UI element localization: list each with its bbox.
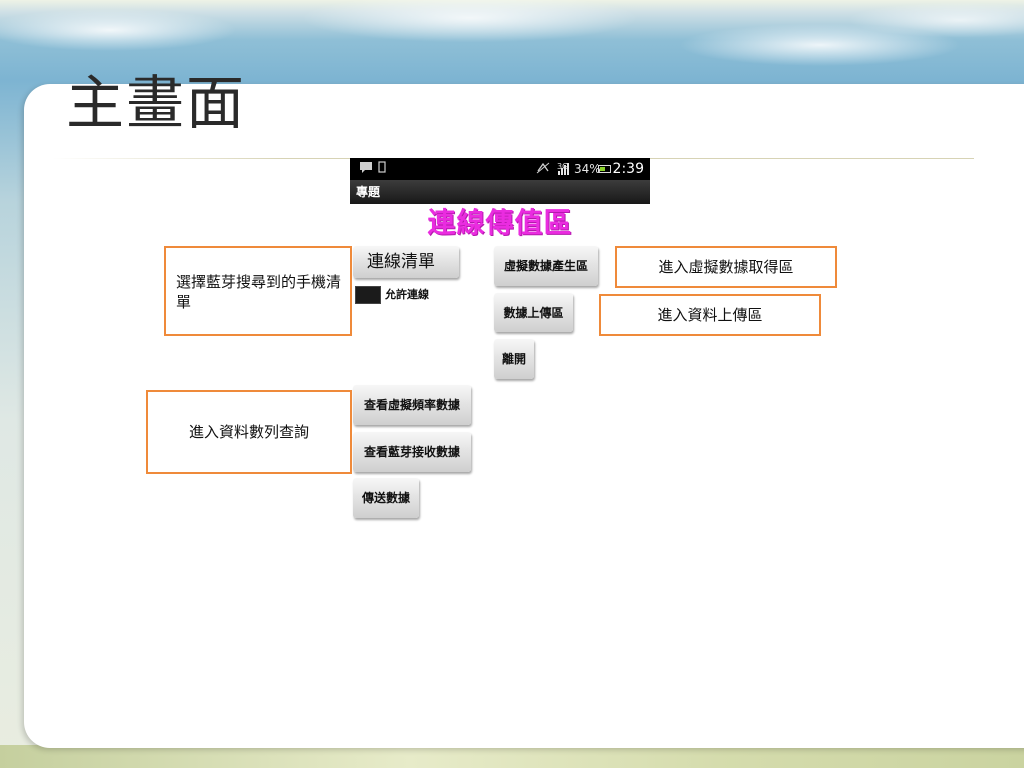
- send-data-button[interactable]: 傳送數據: [353, 478, 419, 518]
- phone-icon: [378, 161, 386, 179]
- vibrate-icon: [536, 161, 550, 179]
- battery-icon: [598, 165, 611, 173]
- phone-status-bar: 3G 34% 2:39: [350, 158, 650, 180]
- callout-select-bluetooth-list: 選擇藍芽搜尋到的手機清單: [164, 246, 352, 336]
- connection-list-button[interactable]: 連線清單: [353, 246, 459, 278]
- status-time: 2:39: [612, 161, 644, 177]
- leave-button[interactable]: 離開: [494, 339, 534, 379]
- callout-data-query-area: 進入資料數列查詢: [146, 390, 352, 474]
- data-upload-button[interactable]: 數據上傳區: [494, 293, 573, 332]
- virtual-data-generate-button[interactable]: 虛擬數據產生區: [494, 246, 598, 286]
- callout-virtual-data-area: 進入虛擬數據取得區: [615, 246, 837, 288]
- screen-heading: 連線傳值區: [427, 206, 573, 239]
- chat-icon: [359, 161, 373, 179]
- allow-connection-label: 允許連線: [385, 288, 429, 301]
- battery-percent: 34%: [574, 162, 601, 176]
- view-bluetooth-data-button[interactable]: 查看藍芽接收數據: [353, 432, 471, 472]
- slide-bottom-strip: [0, 745, 1024, 768]
- callout-data-upload-area: 進入資料上傳區: [599, 294, 821, 336]
- view-virtual-frequency-button[interactable]: 查看虛擬頻率數據: [353, 385, 471, 425]
- allow-connection-toggle[interactable]: [355, 286, 381, 304]
- app-title-bar: 專題: [350, 180, 650, 204]
- slide-title: 主畫面: [66, 69, 247, 137]
- signal-icon: [556, 163, 570, 175]
- app-title: 專題: [356, 185, 381, 199]
